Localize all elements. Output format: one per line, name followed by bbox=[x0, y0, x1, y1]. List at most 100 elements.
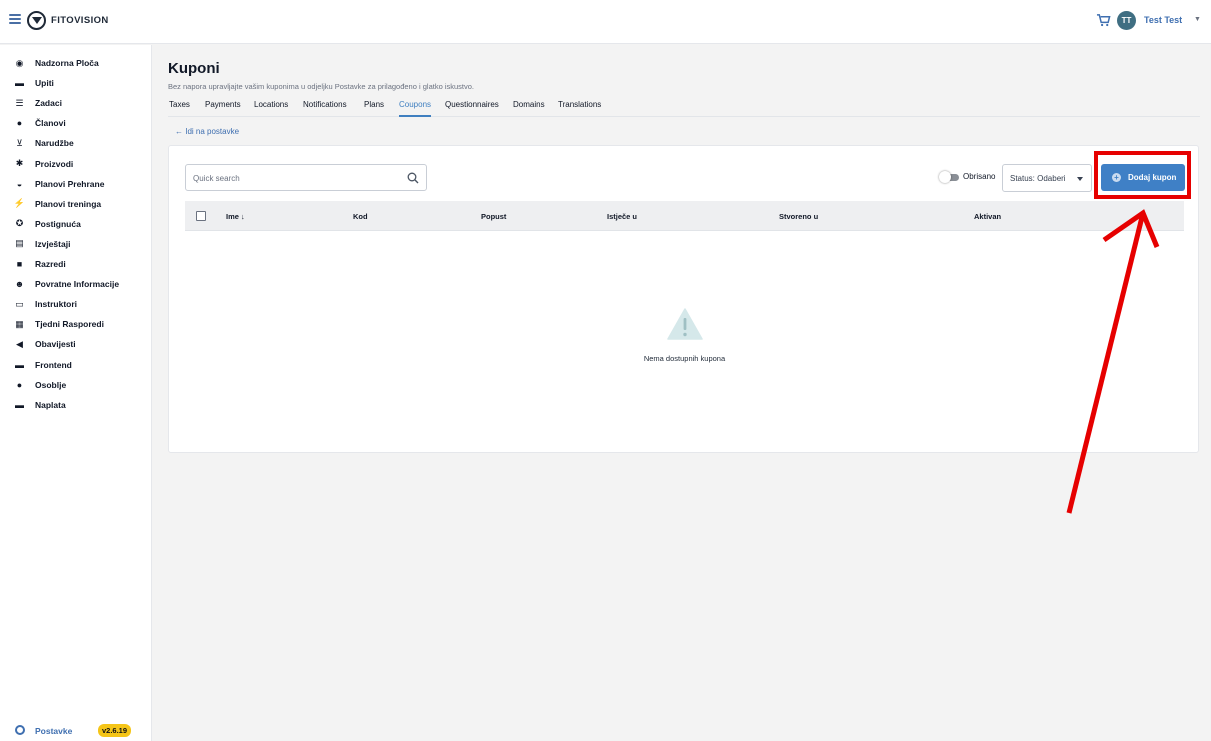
logo-icon bbox=[27, 11, 46, 30]
deleted-toggle[interactable] bbox=[939, 171, 959, 183]
sidebar-item-settings[interactable]: Postavke v2.6.19 bbox=[0, 723, 152, 739]
logo[interactable]: FITOVISION bbox=[27, 11, 109, 30]
column-header-code[interactable]: Kod bbox=[353, 212, 368, 221]
back-to-settings-link[interactable]: ← Idi na postavke bbox=[175, 127, 239, 136]
column-header-expires[interactable]: Istječe u bbox=[607, 212, 637, 221]
sidebar-item-label: Naplata bbox=[35, 399, 66, 410]
sidebar-item-book[interactable]: ■ Razredi bbox=[0, 255, 152, 273]
sidebar-item-label: Izvještaji bbox=[35, 238, 71, 249]
table-header: Ime ↓ Kod Popust Istječe u Stvoreno u Ak… bbox=[185, 201, 1184, 231]
sidebar-item-label: Postignuća bbox=[35, 218, 81, 229]
column-header-created[interactable]: Stvoreno u bbox=[779, 212, 818, 221]
instructor-icon: ▭ bbox=[15, 298, 24, 309]
sidebar-item-label: Tjedni Rasporedi bbox=[35, 319, 104, 330]
status-select[interactable]: Status: Odaberi bbox=[1002, 164, 1092, 192]
column-header-active[interactable]: Aktivan bbox=[974, 212, 1001, 221]
sidebar-item-label: Povratne Informacije bbox=[35, 279, 120, 290]
running-icon: ⚡ bbox=[13, 198, 26, 209]
back-link-label: Idi na postavke bbox=[185, 127, 240, 136]
warning-icon bbox=[667, 308, 703, 340]
megaphone-icon: ◀ bbox=[16, 338, 23, 349]
coupons-card: Obrisano Status: Odaberi + Dodaj kupon I… bbox=[168, 145, 1199, 453]
sidebar-item-calendar[interactable]: ▦ Tjedni Rasporedi bbox=[0, 315, 152, 333]
tab-coupons[interactable]: Coupons bbox=[399, 100, 432, 117]
sidebar-item-label: Članovi bbox=[35, 118, 66, 129]
sidebar-item-bowl[interactable]: ◒ Planovi Prehrane bbox=[0, 175, 152, 193]
column-label: Ime bbox=[226, 212, 239, 221]
smile-icon: ☻ bbox=[14, 279, 25, 290]
sidebar-item-label: Planovi Prehrane bbox=[35, 178, 105, 189]
sidebar-item-label: Narudžbe bbox=[35, 138, 74, 149]
sidebar-item-chat[interactable]: ▬ Upiti bbox=[0, 74, 152, 92]
menu-icon[interactable] bbox=[9, 14, 21, 24]
dashboard-icon: ◉ bbox=[15, 57, 24, 68]
sidebar-item-award[interactable]: ✪ Postignuća bbox=[0, 215, 152, 233]
version-badge: v2.6.19 bbox=[98, 724, 132, 737]
top-bar: FITOVISION TT Test Test ▼ bbox=[0, 0, 1211, 44]
sidebar-item-running[interactable]: ⚡ Planovi treninga bbox=[0, 195, 152, 213]
sidebar: ◉ Nadzorna Ploča ▬ Upiti ☰ Zadaci ● Članovi ⊻ Nar… bbox=[0, 45, 152, 741]
deleted-toggle-label: Obrisano bbox=[963, 172, 996, 181]
chat-icon: ▬ bbox=[15, 78, 24, 89]
tab-notifications[interactable]: Notifications bbox=[303, 100, 347, 117]
calendar-icon: ▦ bbox=[15, 318, 24, 329]
sidebar-item-products[interactable]: ✱ Proizvodi bbox=[0, 155, 152, 173]
sidebar-item-cart[interactable]: ⊻ Narudžbe bbox=[0, 134, 152, 152]
award-icon: ✪ bbox=[15, 218, 24, 229]
brand-name: FITOVISION bbox=[51, 15, 109, 26]
column-header-name[interactable]: Ime ↓ bbox=[226, 212, 245, 221]
sidebar-item-megaphone[interactable]: ◀ Obavijesti bbox=[0, 335, 152, 353]
sidebar-item-members[interactable]: ● Članovi bbox=[0, 114, 152, 132]
sidebar-item-label: Postavke bbox=[35, 726, 73, 736]
sidebar-item-list[interactable]: ☰ Zadaci bbox=[0, 94, 152, 112]
list-icon: ☰ bbox=[15, 97, 24, 108]
sidebar-item-label: Zadaci bbox=[35, 98, 62, 109]
sidebar-item-label: Frontend bbox=[35, 359, 72, 370]
sidebar-item-card[interactable]: ▬ Naplata bbox=[0, 396, 152, 414]
cart-icon[interactable] bbox=[1096, 13, 1111, 27]
tab-taxes[interactable]: Taxes bbox=[169, 100, 190, 117]
user-name[interactable]: Test Test bbox=[1144, 15, 1182, 25]
book-icon: ■ bbox=[16, 259, 23, 269]
column-header-discount[interactable]: Popust bbox=[481, 212, 506, 221]
sidebar-item-label: Instruktori bbox=[35, 299, 78, 310]
sidebar-item-label: Obavijesti bbox=[35, 339, 76, 350]
select-all-checkbox[interactable] bbox=[196, 211, 206, 221]
chevron-down-icon bbox=[1077, 177, 1083, 181]
page-title: Kuponi bbox=[168, 60, 220, 77]
search-input[interactable] bbox=[193, 171, 393, 185]
sidebar-item-label: Nadzorna Ploča bbox=[35, 58, 99, 68]
card-icon: ▬ bbox=[15, 399, 24, 410]
tab-domains[interactable]: Domains bbox=[513, 100, 545, 117]
settings-tabs: Taxes Payments Locations Notifications P… bbox=[168, 99, 1200, 117]
sidebar-item-instructor[interactable]: ▭ Instruktori bbox=[0, 295, 152, 313]
tab-plans[interactable]: Plans bbox=[364, 100, 384, 117]
chevron-down-icon[interactable]: ▼ bbox=[1194, 16, 1201, 23]
sidebar-item-dashboard[interactable]: ◉ Nadzorna Ploča bbox=[0, 54, 152, 72]
staff-icon: ● bbox=[16, 379, 23, 390]
sidebar-item-label: Proizvodi bbox=[35, 158, 74, 169]
sidebar-item-label: Planovi treninga bbox=[35, 198, 102, 209]
search-box bbox=[185, 164, 427, 191]
status-select-value: Status: Odaberi bbox=[1010, 174, 1066, 183]
sidebar-item-report[interactable]: ▤ Izvještaji bbox=[0, 235, 152, 253]
search-icon[interactable] bbox=[407, 172, 419, 184]
products-icon: ✱ bbox=[15, 158, 24, 168]
cart-icon: ⊻ bbox=[16, 137, 23, 148]
sidebar-item-window[interactable]: ▬ Frontend bbox=[0, 356, 152, 374]
bowl-icon: ◒ bbox=[16, 178, 23, 189]
toggle-thumb bbox=[939, 171, 951, 183]
window-icon: ▬ bbox=[15, 359, 24, 370]
tab-translations[interactable]: Translations bbox=[558, 100, 601, 117]
avatar[interactable]: TT bbox=[1117, 11, 1136, 30]
sidebar-item-staff[interactable]: ● Osoblje bbox=[0, 376, 152, 394]
tab-questionnaires[interactable]: Questionnaires bbox=[445, 100, 499, 117]
sidebar-item-label: Razredi bbox=[35, 259, 66, 269]
sidebar-item-smile[interactable]: ☻ Povratne Informacije bbox=[0, 275, 152, 293]
page-subtitle: Bez napora upravljajte vašim kuponima u … bbox=[168, 82, 475, 91]
empty-state-message: Nema dostupnih kupona bbox=[643, 354, 726, 363]
sidebar-item-label: Osoblje bbox=[35, 379, 67, 390]
tab-locations[interactable]: Locations bbox=[254, 100, 288, 117]
report-icon: ▤ bbox=[15, 238, 24, 249]
tab-payments[interactable]: Payments bbox=[205, 100, 241, 117]
